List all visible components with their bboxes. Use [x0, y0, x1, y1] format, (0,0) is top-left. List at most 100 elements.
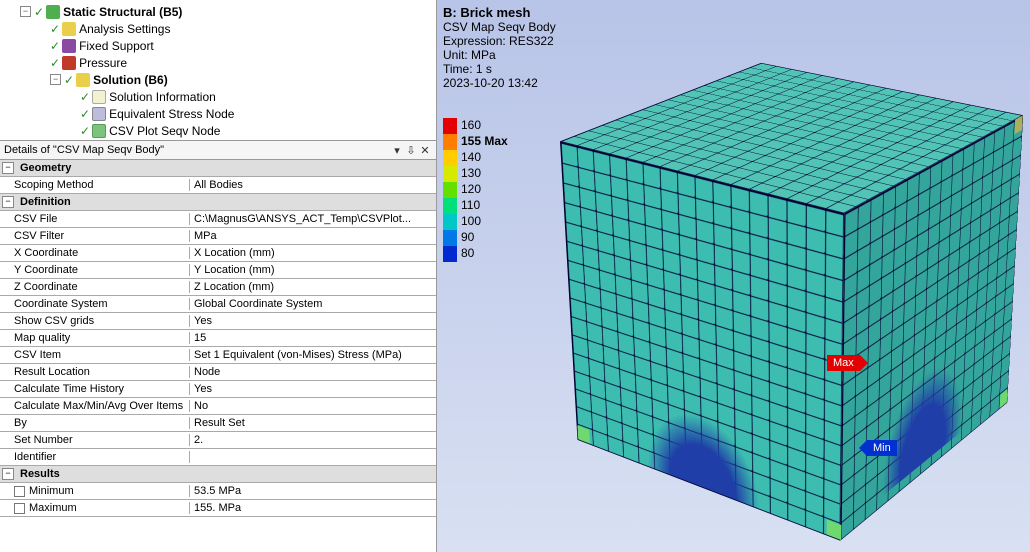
- prop-value[interactable]: MPa: [190, 230, 436, 242]
- tree-label: Solution (B6): [93, 73, 168, 87]
- min-probe[interactable]: Min: [867, 440, 897, 456]
- group-label: Definition: [16, 196, 436, 208]
- legend-swatch: [443, 182, 457, 198]
- dropdown-icon[interactable]: ▾: [390, 144, 404, 157]
- prop-value[interactable]: Global Coordinate System: [190, 298, 436, 310]
- prop-row[interactable]: X CoordinateX Location (mm): [0, 245, 436, 262]
- tree-item-fixed-support[interactable]: ✓ Fixed Support: [20, 37, 436, 54]
- legend-label: 80: [461, 246, 508, 262]
- prop-row[interactable]: Show CSV gridsYes: [0, 313, 436, 330]
- prop-key: By: [0, 417, 190, 429]
- collapse-icon[interactable]: −: [2, 162, 14, 174]
- group-label: Geometry: [16, 162, 436, 174]
- collapse-icon[interactable]: −: [2, 196, 14, 208]
- prop-row[interactable]: Coordinate SystemGlobal Coordinate Syste…: [0, 296, 436, 313]
- checkbox[interactable]: [14, 486, 25, 497]
- prop-value[interactable]: X Location (mm): [190, 247, 436, 259]
- prop-row[interactable]: Minimum53.5 MPa: [0, 483, 436, 500]
- prop-key: Maximum: [0, 502, 190, 514]
- prop-group[interactable]: −Results: [0, 466, 436, 483]
- prop-key: CSV File: [0, 213, 190, 225]
- prop-row[interactable]: Set Number2.: [0, 432, 436, 449]
- close-icon[interactable]: ✕: [418, 144, 432, 157]
- solution-icon: [76, 73, 90, 87]
- prop-row[interactable]: Calculate Max/Min/Avg Over ItemsNo: [0, 398, 436, 415]
- legend-label: 120: [461, 182, 508, 198]
- analysis-settings-icon: [62, 22, 76, 36]
- legend-label: 110: [461, 198, 508, 214]
- prop-key: CSV Item: [0, 349, 190, 361]
- tree-item-solution-info[interactable]: ✓ Solution Information: [20, 88, 436, 105]
- prop-row[interactable]: Map quality15: [0, 330, 436, 347]
- viewport-3d[interactable]: B: Brick mesh CSV Map Seqv Body Expressi…: [437, 0, 1030, 552]
- csv-plot-icon: [92, 124, 106, 138]
- prop-value[interactable]: Node: [190, 366, 436, 378]
- tree-item-analysis-settings[interactable]: ✓ Analysis Settings: [20, 20, 436, 37]
- property-grid[interactable]: −GeometryScoping MethodAll Bodies−Defini…: [0, 160, 436, 552]
- result-expression: Expression: RES322: [443, 34, 556, 48]
- check-icon: ✓: [34, 5, 44, 19]
- prop-value[interactable]: All Bodies: [190, 179, 436, 191]
- prop-value[interactable]: Z Location (mm): [190, 281, 436, 293]
- prop-row[interactable]: Identifier: [0, 449, 436, 466]
- color-legend: 160155 Max1401301201101009080: [443, 118, 508, 262]
- prop-row[interactable]: CSV FilterMPa: [0, 228, 436, 245]
- prop-row[interactable]: ByResult Set: [0, 415, 436, 432]
- prop-value[interactable]: No: [190, 400, 436, 412]
- prop-value[interactable]: Yes: [190, 315, 436, 327]
- prop-row[interactable]: Y CoordinateY Location (mm): [0, 262, 436, 279]
- prop-value[interactable]: Set 1 Equivalent (von-Mises) Stress (MPa…: [190, 349, 436, 361]
- collapse-icon[interactable]: −: [20, 6, 31, 17]
- tree-item-eq-stress[interactable]: ✓ Equivalent Stress Node: [20, 105, 436, 122]
- prop-value[interactable]: 15: [190, 332, 436, 344]
- prop-group[interactable]: −Geometry: [0, 160, 436, 177]
- outline-tree[interactable]: − ✓ Static Structural (B5) ✓ Analysis Se…: [0, 0, 436, 140]
- viewport-info: B: Brick mesh CSV Map Seqv Body Expressi…: [443, 6, 556, 90]
- prop-value[interactable]: Y Location (mm): [190, 264, 436, 276]
- fixed-support-icon: [62, 39, 76, 53]
- solution-info-icon: [92, 90, 106, 104]
- prop-row[interactable]: Scoping MethodAll Bodies: [0, 177, 436, 194]
- tree-label: Analysis Settings: [79, 22, 170, 36]
- tree-label: CSV Plot Seqv Node: [109, 124, 220, 138]
- prop-row[interactable]: Result LocationNode: [0, 364, 436, 381]
- tree-item-static-structural[interactable]: − ✓ Static Structural (B5): [20, 3, 436, 20]
- legend-swatch: [443, 134, 457, 150]
- prop-value[interactable]: 53.5 MPa: [190, 485, 436, 497]
- tree-item-csv-plot[interactable]: ✓ CSV Plot Seqv Node: [20, 122, 436, 139]
- prop-key: Result Location: [0, 366, 190, 378]
- mesh-render[interactable]: Max Min: [567, 20, 1027, 530]
- check-icon: ✓: [80, 90, 90, 104]
- prop-row[interactable]: CSV FileC:\MagnusG\ANSYS_ACT_Temp\CSVPlo…: [0, 211, 436, 228]
- tree-label: Static Structural (B5): [63, 5, 182, 19]
- prop-group[interactable]: −Definition: [0, 194, 436, 211]
- prop-row[interactable]: Calculate Time HistoryYes: [0, 381, 436, 398]
- pin-icon[interactable]: ⇩: [404, 144, 418, 157]
- details-header: Details of "CSV Map Seqv Body" ▾ ⇩ ✕: [0, 140, 436, 160]
- collapse-icon[interactable]: −: [50, 74, 61, 85]
- prop-value[interactable]: 2.: [190, 434, 436, 446]
- prop-key: Identifier: [0, 451, 190, 463]
- tree-item-solution[interactable]: − ✓ Solution (B6): [20, 71, 436, 88]
- legend-swatch: [443, 246, 457, 262]
- prop-value[interactable]: Yes: [190, 383, 436, 395]
- prop-row[interactable]: CSV ItemSet 1 Equivalent (von-Mises) Str…: [0, 347, 436, 364]
- legend-label: 140: [461, 150, 508, 166]
- prop-key: Y Coordinate: [0, 264, 190, 276]
- prop-value[interactable]: 155. MPa: [190, 502, 436, 514]
- result-date: 2023-10-20 13:42: [443, 76, 556, 90]
- legend-label: 90: [461, 230, 508, 246]
- prop-key: Calculate Time History: [0, 383, 190, 395]
- tree-item-pressure[interactable]: ✓ Pressure: [20, 54, 436, 71]
- prop-row[interactable]: Z CoordinateZ Location (mm): [0, 279, 436, 296]
- prop-value[interactable]: C:\MagnusG\ANSYS_ACT_Temp\CSVPlot...: [190, 213, 436, 225]
- collapse-icon[interactable]: −: [2, 468, 14, 480]
- static-structural-icon: [46, 5, 60, 19]
- prop-row[interactable]: Maximum155. MPa: [0, 500, 436, 517]
- group-label: Results: [16, 468, 436, 480]
- max-probe[interactable]: Max: [827, 355, 860, 371]
- checkbox[interactable]: [14, 503, 25, 514]
- stress-result-icon: [92, 107, 106, 121]
- check-icon: ✓: [50, 22, 60, 36]
- prop-value[interactable]: Result Set: [190, 417, 436, 429]
